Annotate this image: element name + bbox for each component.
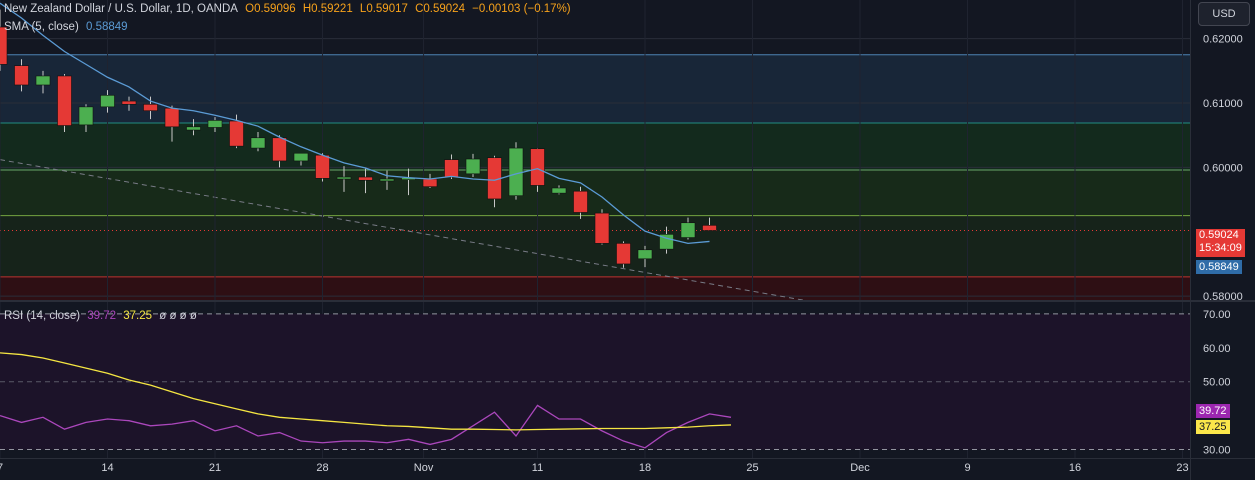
- time-tick-label: 16: [1069, 462, 1081, 474]
- symbol-title[interactable]: New Zealand Dollar / U.S. Dollar, 1D, OA…: [4, 3, 238, 15]
- symbol-header: New Zealand Dollar / U.S. Dollar, 1D, OA…: [4, 3, 575, 15]
- time-tick-label: Dec: [850, 462, 870, 474]
- close-value: C0.59024: [415, 3, 465, 15]
- rsi-extra-values: ø ø ø ø: [159, 310, 197, 322]
- currency-button[interactable]: USD: [1198, 2, 1250, 26]
- candle-body: [508, 147, 524, 197]
- open-value: O0.59096: [245, 3, 296, 15]
- sma-label: SMA (5, close): [4, 21, 79, 33]
- candle-body: [14, 65, 29, 86]
- rsi-tick-label: 60.00: [1203, 343, 1231, 355]
- candle-body: [465, 158, 481, 175]
- candle-body: [293, 152, 309, 162]
- candle-body: [358, 176, 373, 181]
- candle-body: [573, 190, 588, 213]
- pane-separator: [0, 300, 1255, 302]
- candle-body: [444, 159, 459, 178]
- high-value: H0.59221: [302, 3, 353, 15]
- candle-body: [207, 120, 223, 128]
- candle-body: [35, 75, 51, 86]
- rsi-tick-label: 70.00: [1203, 309, 1231, 321]
- time-tick-label: 28: [316, 462, 328, 474]
- candle-body: [637, 249, 653, 260]
- candle-body: [100, 94, 115, 108]
- zone-green: [0, 122, 1190, 170]
- candle-body: [315, 154, 330, 179]
- candle-body: [272, 137, 287, 162]
- rsi-tick-label: 50.00: [1203, 377, 1231, 389]
- candle-body: [336, 176, 352, 180]
- candle-body: [616, 243, 631, 265]
- candle-body: [229, 120, 244, 147]
- price-tick-label: 0.60000: [1203, 162, 1243, 174]
- candle-body: [551, 187, 567, 194]
- candle-body: [186, 126, 201, 131]
- candle-body: [379, 178, 395, 182]
- sma-legend-value: 0.58849: [85, 21, 128, 33]
- rsi-value-tag: 39.72: [1196, 404, 1230, 418]
- time-tick-label: 9: [964, 462, 970, 474]
- rsi-label: RSI (14, close): [4, 310, 81, 322]
- sma-price-tag: 0.58849: [1196, 260, 1242, 274]
- countdown-label: 15:34:09: [1199, 242, 1242, 254]
- change-value: −0.00103 (−0.17%): [472, 3, 571, 15]
- candle-body: [594, 212, 610, 244]
- last-price-tag: 0.59024 15:34:09: [1196, 229, 1245, 257]
- candle-body: [702, 225, 717, 231]
- price-tick-label: 0.58000: [1203, 291, 1243, 303]
- rsi-tick-label: 30.00: [1203, 445, 1231, 457]
- time-tick-label: Nov: [414, 462, 434, 474]
- time-tick-label: 7: [0, 462, 3, 474]
- time-tick-label: 14: [101, 462, 113, 474]
- candle-body: [680, 222, 696, 238]
- price-tick-label: 0.62000: [1203, 34, 1243, 46]
- candle-body: [143, 103, 158, 112]
- low-value: L0.59017: [359, 3, 408, 15]
- candle-body: [250, 137, 266, 149]
- time-tick-label: 23: [1176, 462, 1188, 474]
- candle-body: [57, 75, 72, 126]
- sma-legend[interactable]: SMA (5, close) 0.58849: [4, 21, 132, 33]
- last-price-label: 0.59024: [1199, 229, 1239, 241]
- rsi-ma-value-tag: 37.25: [1196, 420, 1230, 434]
- time-tick-label: 18: [639, 462, 651, 474]
- rsi-legend[interactable]: RSI (14, close) 39.72 37.25 ø ø ø ø: [4, 310, 201, 322]
- time-tick-label: 25: [746, 462, 758, 474]
- candle-body: [422, 178, 438, 187]
- candle-body: [78, 106, 94, 126]
- candle-body: [164, 107, 180, 128]
- rsi-ma-legend-value: 37.25: [123, 310, 153, 322]
- rsi-legend-value: 39.72: [87, 310, 117, 322]
- time-tick-label: 11: [532, 462, 543, 474]
- time-tick-label: 21: [209, 462, 221, 474]
- candle-body: [121, 100, 137, 105]
- chart-canvas[interactable]: 0.62000 0.61000 0.60000 0.58000 70.00 60.00 50…: [0, 0, 1255, 480]
- candle-body: [530, 148, 545, 186]
- price-tick-label: 0.61000: [1203, 98, 1243, 110]
